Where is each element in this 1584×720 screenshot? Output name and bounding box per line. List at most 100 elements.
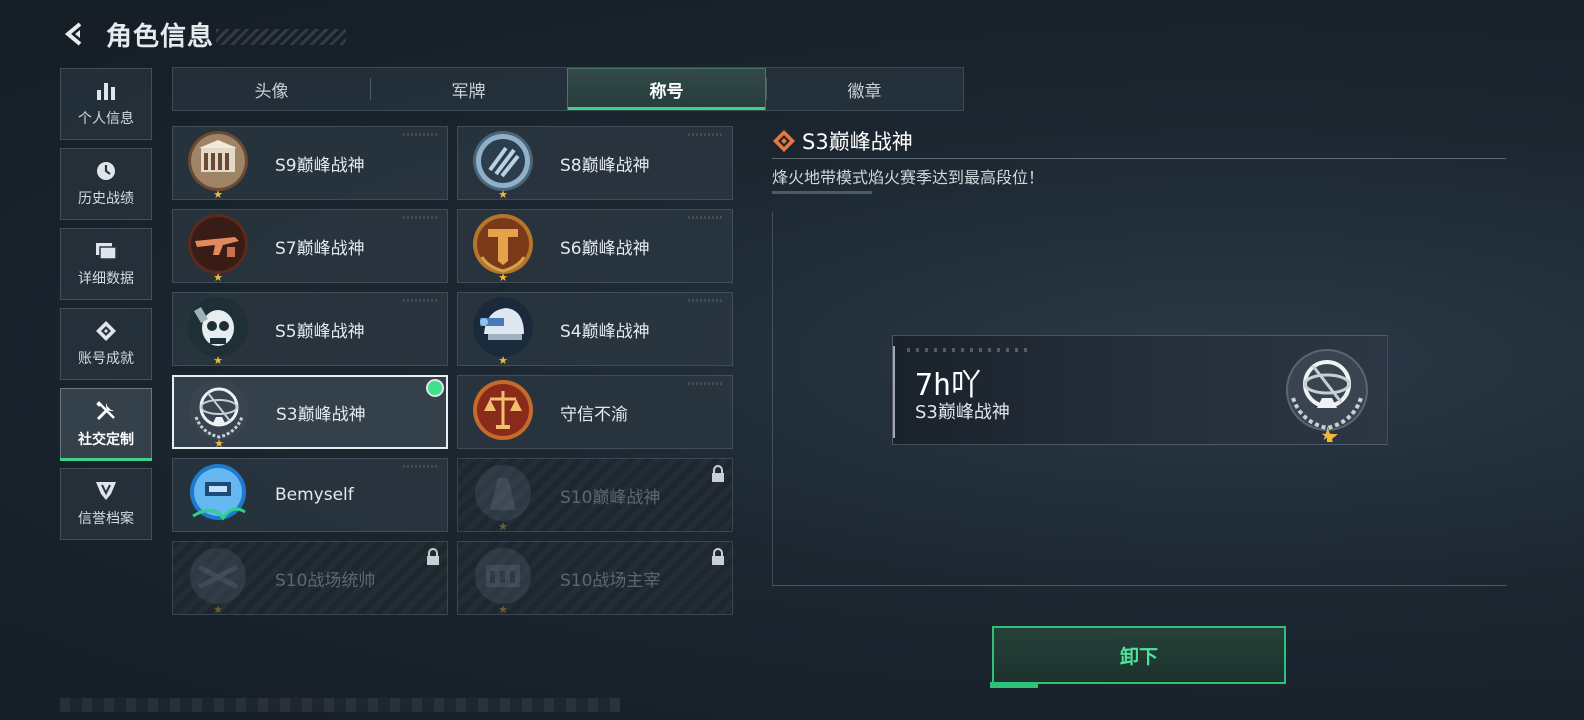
nav-item-social-customize[interactable]: 社交定制	[60, 388, 152, 461]
unequip-button[interactable]: 卸下	[992, 626, 1286, 684]
title-grid: ★ S9巅峰战神 ★ S8巅峰战神 ★ S7巅峰战神 ★ S6巅峰战神 ★ S5…	[172, 126, 734, 615]
divider	[772, 158, 1506, 159]
star-icon: ★	[214, 437, 224, 450]
title-card-s5[interactable]: ★ S5巅峰战神	[172, 292, 448, 366]
tools-icon	[96, 401, 115, 421]
title-card-s8[interactable]: ★ S8巅峰战神	[457, 126, 733, 200]
nav-item-achievements[interactable]: 账号成就	[60, 308, 152, 380]
star-icon: ★	[498, 354, 508, 367]
star-icon: ★	[498, 520, 508, 533]
s10-colosseum-emblem-icon: ★	[468, 543, 538, 616]
title-card-s4[interactable]: ★ S4巅峰战神	[457, 292, 733, 366]
nav-item-credit-record[interactable]: 信誉档案	[60, 468, 152, 540]
nameplate-preview: 7h吖 S3巅峰战神 ★	[892, 335, 1388, 447]
detail-header: S3巅峰战神	[772, 126, 913, 156]
tab-title[interactable]: 称号	[567, 68, 766, 110]
star-icon: ★	[498, 271, 508, 284]
title-card-bemyself[interactable]: Bemyself	[172, 458, 448, 532]
button-accent	[990, 682, 1038, 688]
card-decoration	[403, 299, 439, 302]
title-card-s10-peak[interactable]: ★ S10巅峰战神	[457, 458, 733, 532]
nav-label: 详细数据	[78, 271, 134, 287]
title-card-s6[interactable]: ★ S6巅峰战神	[457, 209, 733, 283]
title-name: S3巅峰战神	[276, 404, 366, 425]
title-name: S10战场主宰	[560, 570, 661, 591]
nav-label: 信誉档案	[78, 511, 134, 527]
description-decoration	[772, 191, 872, 194]
preview-title: S3巅峰战神	[915, 402, 1010, 423]
tab-dog-tag[interactable]: 军牌	[370, 68, 567, 110]
lock-icon	[427, 548, 439, 565]
detail-title: S3巅峰战神	[802, 130, 913, 154]
side-nav: 个人信息 历史战绩 详细数据 账号成就 社交定制 信誉档案	[60, 68, 152, 548]
bottom-status-strip	[60, 698, 620, 712]
title-name: Bemyself	[275, 485, 354, 505]
s3-armillary-emblem-icon: ★	[1277, 342, 1377, 447]
star-icon: ★	[213, 354, 223, 367]
s3-armillary-emblem-icon: ★	[184, 377, 254, 450]
card-decoration	[688, 133, 724, 136]
header: 角色信息	[60, 14, 347, 54]
lock-icon	[712, 465, 724, 482]
credit-badge-icon	[96, 482, 116, 500]
star-icon: ★	[213, 271, 223, 284]
tab-badge[interactable]: 徽章	[766, 68, 963, 110]
nav-item-match-history[interactable]: 历史战绩	[60, 148, 152, 220]
title-name: S8巅峰战神	[560, 155, 650, 176]
title-name: S10战场统帅	[275, 570, 376, 591]
star-icon: ★	[213, 188, 223, 201]
nav-label: 个人信息	[78, 111, 134, 127]
detail-description: 烽火地带模式焰火赛季达到最高段位！	[772, 168, 1045, 187]
title-decoration	[216, 29, 347, 45]
scales-justice-emblem-icon	[468, 377, 538, 447]
s9-building-emblem-icon: ★	[183, 128, 253, 201]
title-card-s10-commander[interactable]: ★ S10战场统帅	[172, 541, 448, 615]
achievement-icon	[96, 321, 116, 341]
s4-helmet-emblem-icon: ★	[468, 294, 538, 367]
title-name: S6巅峰战神	[560, 238, 650, 259]
card-decoration	[688, 216, 724, 219]
title-card-s3[interactable]: ★ S3巅峰战神	[172, 375, 448, 449]
title-name: 守信不渝	[560, 404, 628, 425]
s8-striped-emblem-icon: ★	[468, 128, 538, 201]
title-card-s9[interactable]: ★ S9巅峰战神	[172, 126, 448, 200]
nav-label: 账号成就	[78, 351, 134, 367]
nav-label: 历史战绩	[78, 191, 134, 207]
s10-peak-emblem-icon: ★	[468, 460, 538, 533]
nav-item-personal-info[interactable]: 个人信息	[60, 68, 152, 140]
title-card-s7[interactable]: ★ S7巅峰战神	[172, 209, 448, 283]
star-icon: ★	[213, 603, 223, 616]
title-card-s10-dominator[interactable]: ★ S10战场主宰	[457, 541, 733, 615]
s7-rifle-emblem-icon: ★	[183, 211, 253, 284]
title-name: S7巅峰战神	[275, 238, 365, 259]
s10-commander-emblem-icon: ★	[183, 543, 253, 616]
star-icon: ★	[498, 603, 508, 616]
s5-skull-emblem-icon: ★	[183, 294, 253, 367]
title-name: S10巅峰战神	[560, 487, 661, 508]
card-decoration	[403, 465, 439, 468]
title-name: S4巅峰战神	[560, 321, 650, 342]
s6-t-emblem-icon: ★	[468, 211, 538, 284]
card-decoration	[688, 382, 724, 385]
diamond-icon	[773, 130, 795, 152]
title-card-integrity[interactable]: 守信不渝	[457, 375, 733, 449]
history-clock-icon	[97, 162, 115, 180]
nav-label: 社交定制	[78, 432, 134, 448]
equipped-indicator	[428, 381, 442, 395]
card-decoration	[403, 216, 439, 219]
star-icon: ★	[498, 188, 508, 201]
bar-chart-icon	[97, 83, 115, 100]
card-decoration	[403, 133, 439, 136]
nameplate-decoration	[907, 348, 1027, 352]
lock-icon	[712, 548, 724, 565]
bemyself-emblem-icon	[183, 460, 253, 530]
category-tabs: 头像 军牌 称号 徽章	[172, 67, 964, 111]
tab-avatar[interactable]: 头像	[173, 68, 370, 110]
folder-icon	[96, 243, 117, 260]
back-arrow-icon[interactable]	[60, 19, 90, 49]
title-name: S5巅峰战神	[275, 321, 365, 342]
page-title: 角色信息	[106, 21, 215, 52]
svg-text:★: ★	[1321, 428, 1334, 442]
card-decoration	[688, 299, 724, 302]
nav-item-detailed-data[interactable]: 详细数据	[60, 228, 152, 300]
